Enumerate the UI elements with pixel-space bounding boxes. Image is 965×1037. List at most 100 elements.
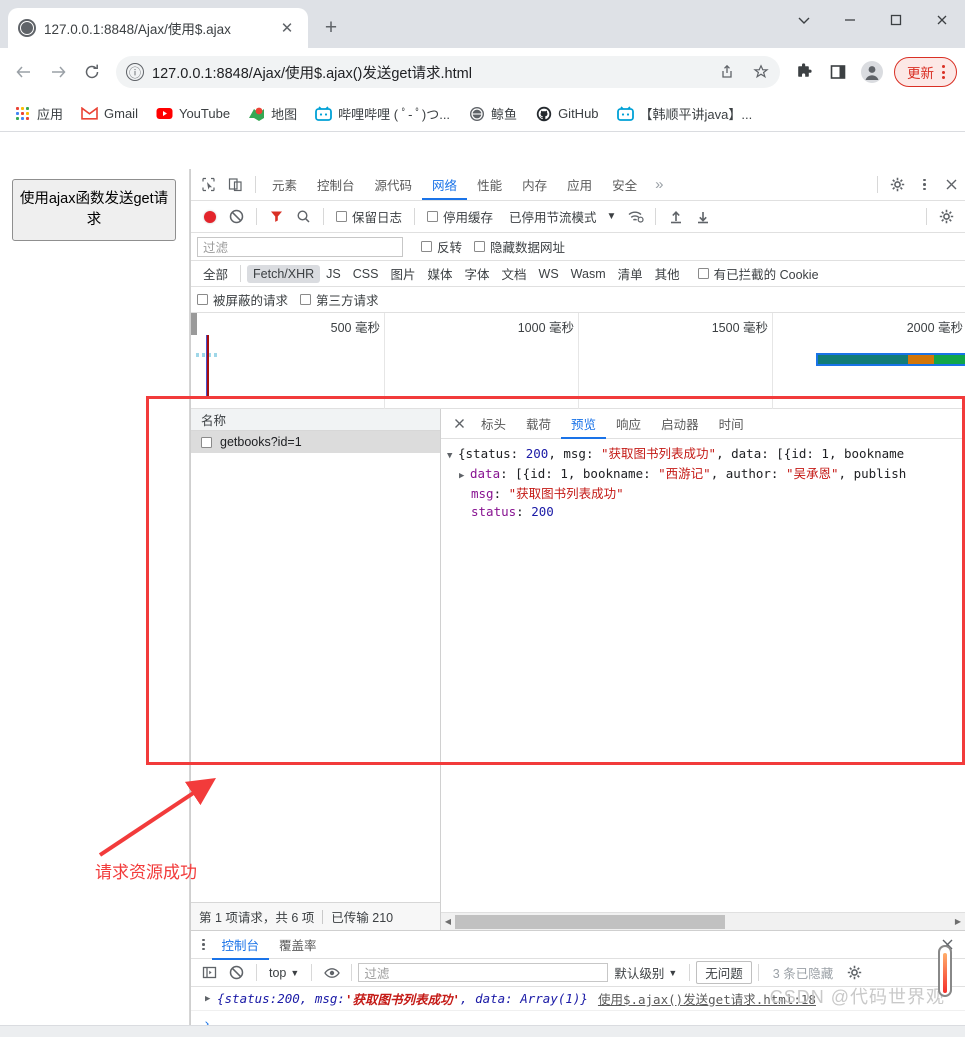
type-filter-all[interactable]: 全部 bbox=[197, 262, 234, 285]
address-bar[interactable]: ⓘ 127.0.0.1:8848/Ajax/使用$.ajax()发送get请求.… bbox=[116, 56, 780, 88]
type-filter-img[interactable]: 图片 bbox=[384, 262, 421, 285]
bookmark-han-java[interactable]: 【韩顺平讲java】... bbox=[611, 101, 759, 126]
bookmark-youtube[interactable]: YouTube bbox=[150, 102, 236, 125]
preview-horizontal-scrollbar[interactable]: ◀ ▶ bbox=[441, 912, 965, 930]
maximize-icon[interactable] bbox=[873, 0, 919, 40]
export-har-icon[interactable] bbox=[689, 204, 716, 230]
clear-button[interactable] bbox=[223, 204, 250, 230]
preserve-log-checkbox[interactable]: 保留日志 bbox=[336, 207, 402, 226]
table-row[interactable]: getbooks?id=1 bbox=[191, 431, 440, 453]
triangle-right-icon[interactable]: ▶ bbox=[205, 994, 217, 1004]
drawer-tab-console[interactable]: 控制台 bbox=[212, 929, 270, 960]
throttling-label[interactable]: 已停用节流模式 bbox=[509, 207, 597, 226]
close-detail-icon[interactable] bbox=[447, 412, 471, 436]
scroll-indicator[interactable] bbox=[938, 945, 952, 997]
bookmark-maps[interactable]: 地图 bbox=[242, 101, 303, 126]
hide-data-urls-checkbox[interactable]: 隐藏数据网址 bbox=[474, 237, 565, 256]
show-console-sidebar-icon[interactable] bbox=[196, 960, 223, 986]
network-settings-gear-icon[interactable] bbox=[933, 204, 960, 230]
import-har-icon[interactable] bbox=[662, 204, 689, 230]
no-issues-button[interactable]: 无问题 bbox=[696, 961, 752, 984]
scroll-right-arrow-icon[interactable]: ▶ bbox=[951, 913, 965, 931]
request-list-column-header[interactable]: 名称 bbox=[191, 409, 440, 431]
device-toggle-icon[interactable] bbox=[222, 172, 249, 198]
scrollbar-track[interactable] bbox=[455, 914, 951, 929]
detail-tab-preview[interactable]: 预览 bbox=[561, 408, 606, 439]
type-filter-manifest[interactable]: 清单 bbox=[612, 262, 649, 285]
json-data-line[interactable]: ▶ data: [{id: 1, bookname: "西游记", author:… bbox=[447, 465, 965, 485]
clear-console-icon[interactable] bbox=[223, 960, 250, 986]
type-filter-media[interactable]: 媒体 bbox=[421, 262, 458, 285]
live-expression-eye-icon[interactable] bbox=[318, 960, 345, 986]
gear-icon[interactable] bbox=[884, 172, 911, 198]
tab-application[interactable]: 应用 bbox=[557, 169, 602, 200]
console-filter-input[interactable]: 过滤 bbox=[358, 963, 609, 982]
reload-icon[interactable] bbox=[76, 56, 108, 88]
disable-cache-checkbox[interactable]: 停用缓存 bbox=[427, 207, 493, 226]
more-tabs-icon[interactable]: » bbox=[647, 169, 671, 200]
chevron-down-icon[interactable]: ▼ bbox=[607, 211, 617, 222]
console-settings-gear-icon[interactable] bbox=[841, 960, 868, 986]
inspect-cursor-icon[interactable] bbox=[195, 172, 222, 198]
type-filter-js[interactable]: JS bbox=[320, 265, 347, 283]
close-icon[interactable]: ✕ bbox=[276, 17, 298, 39]
funnel-icon[interactable] bbox=[263, 204, 290, 230]
detail-tab-initiator[interactable]: 启动器 bbox=[651, 408, 709, 439]
browser-tab[interactable]: 127.0.0.1:8848/Ajax/使用$.ajax ✕ bbox=[8, 8, 308, 48]
type-filter-css[interactable]: CSS bbox=[347, 265, 385, 283]
invert-checkbox[interactable]: 反转 bbox=[421, 237, 462, 256]
kebab-menu-icon[interactable] bbox=[911, 172, 938, 198]
share-icon[interactable] bbox=[714, 59, 740, 85]
bookmark-gmail[interactable]: Gmail bbox=[75, 102, 144, 125]
tab-security[interactable]: 安全 bbox=[602, 169, 647, 200]
search-icon[interactable] bbox=[290, 204, 317, 230]
tab-sources[interactable]: 源代码 bbox=[365, 169, 423, 200]
bookmark-whale[interactable]: 鲸鱼 bbox=[462, 101, 523, 126]
detail-tab-timing[interactable]: 时间 bbox=[709, 408, 754, 439]
tab-memory[interactable]: 内存 bbox=[512, 169, 557, 200]
network-conditions-icon[interactable] bbox=[622, 204, 649, 230]
type-filter-doc[interactable]: 文档 bbox=[496, 262, 533, 285]
triangle-down-icon[interactable]: ▼ bbox=[447, 447, 458, 465]
console-level-selector[interactable]: 默认级别 ▼ bbox=[608, 963, 683, 982]
blocked-requests-checkbox[interactable]: 被屏蔽的请求 bbox=[197, 290, 288, 309]
record-button[interactable] bbox=[196, 204, 223, 230]
type-filter-other[interactable]: 其他 bbox=[649, 262, 686, 285]
close-window-icon[interactable] bbox=[919, 0, 965, 40]
type-filter-fetch-xhr[interactable]: Fetch/XHR bbox=[247, 264, 321, 283]
json-root-line[interactable]: ▼ {status: 200, msg: "获取图书列表成功", data: [{… bbox=[447, 445, 965, 465]
extensions-icon[interactable] bbox=[788, 56, 820, 88]
network-filter-input[interactable]: 过滤 bbox=[197, 236, 403, 257]
side-panel-icon[interactable] bbox=[822, 56, 854, 88]
type-filter-wasm[interactable]: Wasm bbox=[565, 265, 612, 283]
third-party-checkbox[interactable]: 第三方请求 bbox=[300, 290, 379, 309]
scrollbar-thumb[interactable] bbox=[455, 914, 725, 929]
send-ajax-get-button[interactable]: 使用ajax函数发送get请求 bbox=[12, 179, 176, 242]
type-filter-font[interactable]: 字体 bbox=[458, 262, 495, 285]
update-button[interactable]: 更新 bbox=[894, 57, 957, 87]
tab-console[interactable]: 控制台 bbox=[307, 169, 365, 200]
scroll-left-arrow-icon[interactable]: ◀ bbox=[441, 913, 455, 931]
detail-tab-headers[interactable]: 标头 bbox=[471, 408, 516, 439]
drawer-menu-icon[interactable] bbox=[195, 938, 212, 951]
back-icon[interactable] bbox=[8, 56, 40, 88]
console-context-selector[interactable]: top ▼ bbox=[263, 966, 305, 980]
kebab-menu-icon[interactable] bbox=[937, 65, 950, 79]
network-overview-timeline[interactable]: 500 毫秒 1000 毫秒 1500 毫秒 2000 毫秒 bbox=[191, 313, 965, 409]
new-tab-button[interactable]: + bbox=[316, 13, 346, 43]
site-info-icon[interactable]: ⓘ bbox=[126, 63, 144, 81]
drawer-tab-coverage[interactable]: 覆盖率 bbox=[269, 929, 327, 960]
bookmark-apps[interactable]: 应用 bbox=[8, 101, 69, 126]
forward-icon[interactable] bbox=[42, 56, 74, 88]
triangle-right-icon[interactable]: ▶ bbox=[459, 467, 470, 485]
bookmark-star-icon[interactable] bbox=[748, 59, 774, 85]
bookmark-bilibili[interactable]: 哔哩哔哩 ( ﾟ- ﾟ)つ... bbox=[309, 101, 456, 126]
tab-network[interactable]: 网络 bbox=[422, 169, 467, 200]
detail-tab-response[interactable]: 响应 bbox=[606, 408, 651, 439]
avatar[interactable] bbox=[856, 56, 888, 88]
minimize-icon[interactable] bbox=[827, 0, 873, 40]
detail-tab-payload[interactable]: 载荷 bbox=[516, 408, 561, 439]
blocked-cookies-checkbox[interactable]: 有已拦截的 Cookie bbox=[697, 264, 819, 283]
type-filter-ws[interactable]: WS bbox=[533, 265, 565, 283]
bookmark-github[interactable]: GitHub bbox=[529, 102, 604, 125]
